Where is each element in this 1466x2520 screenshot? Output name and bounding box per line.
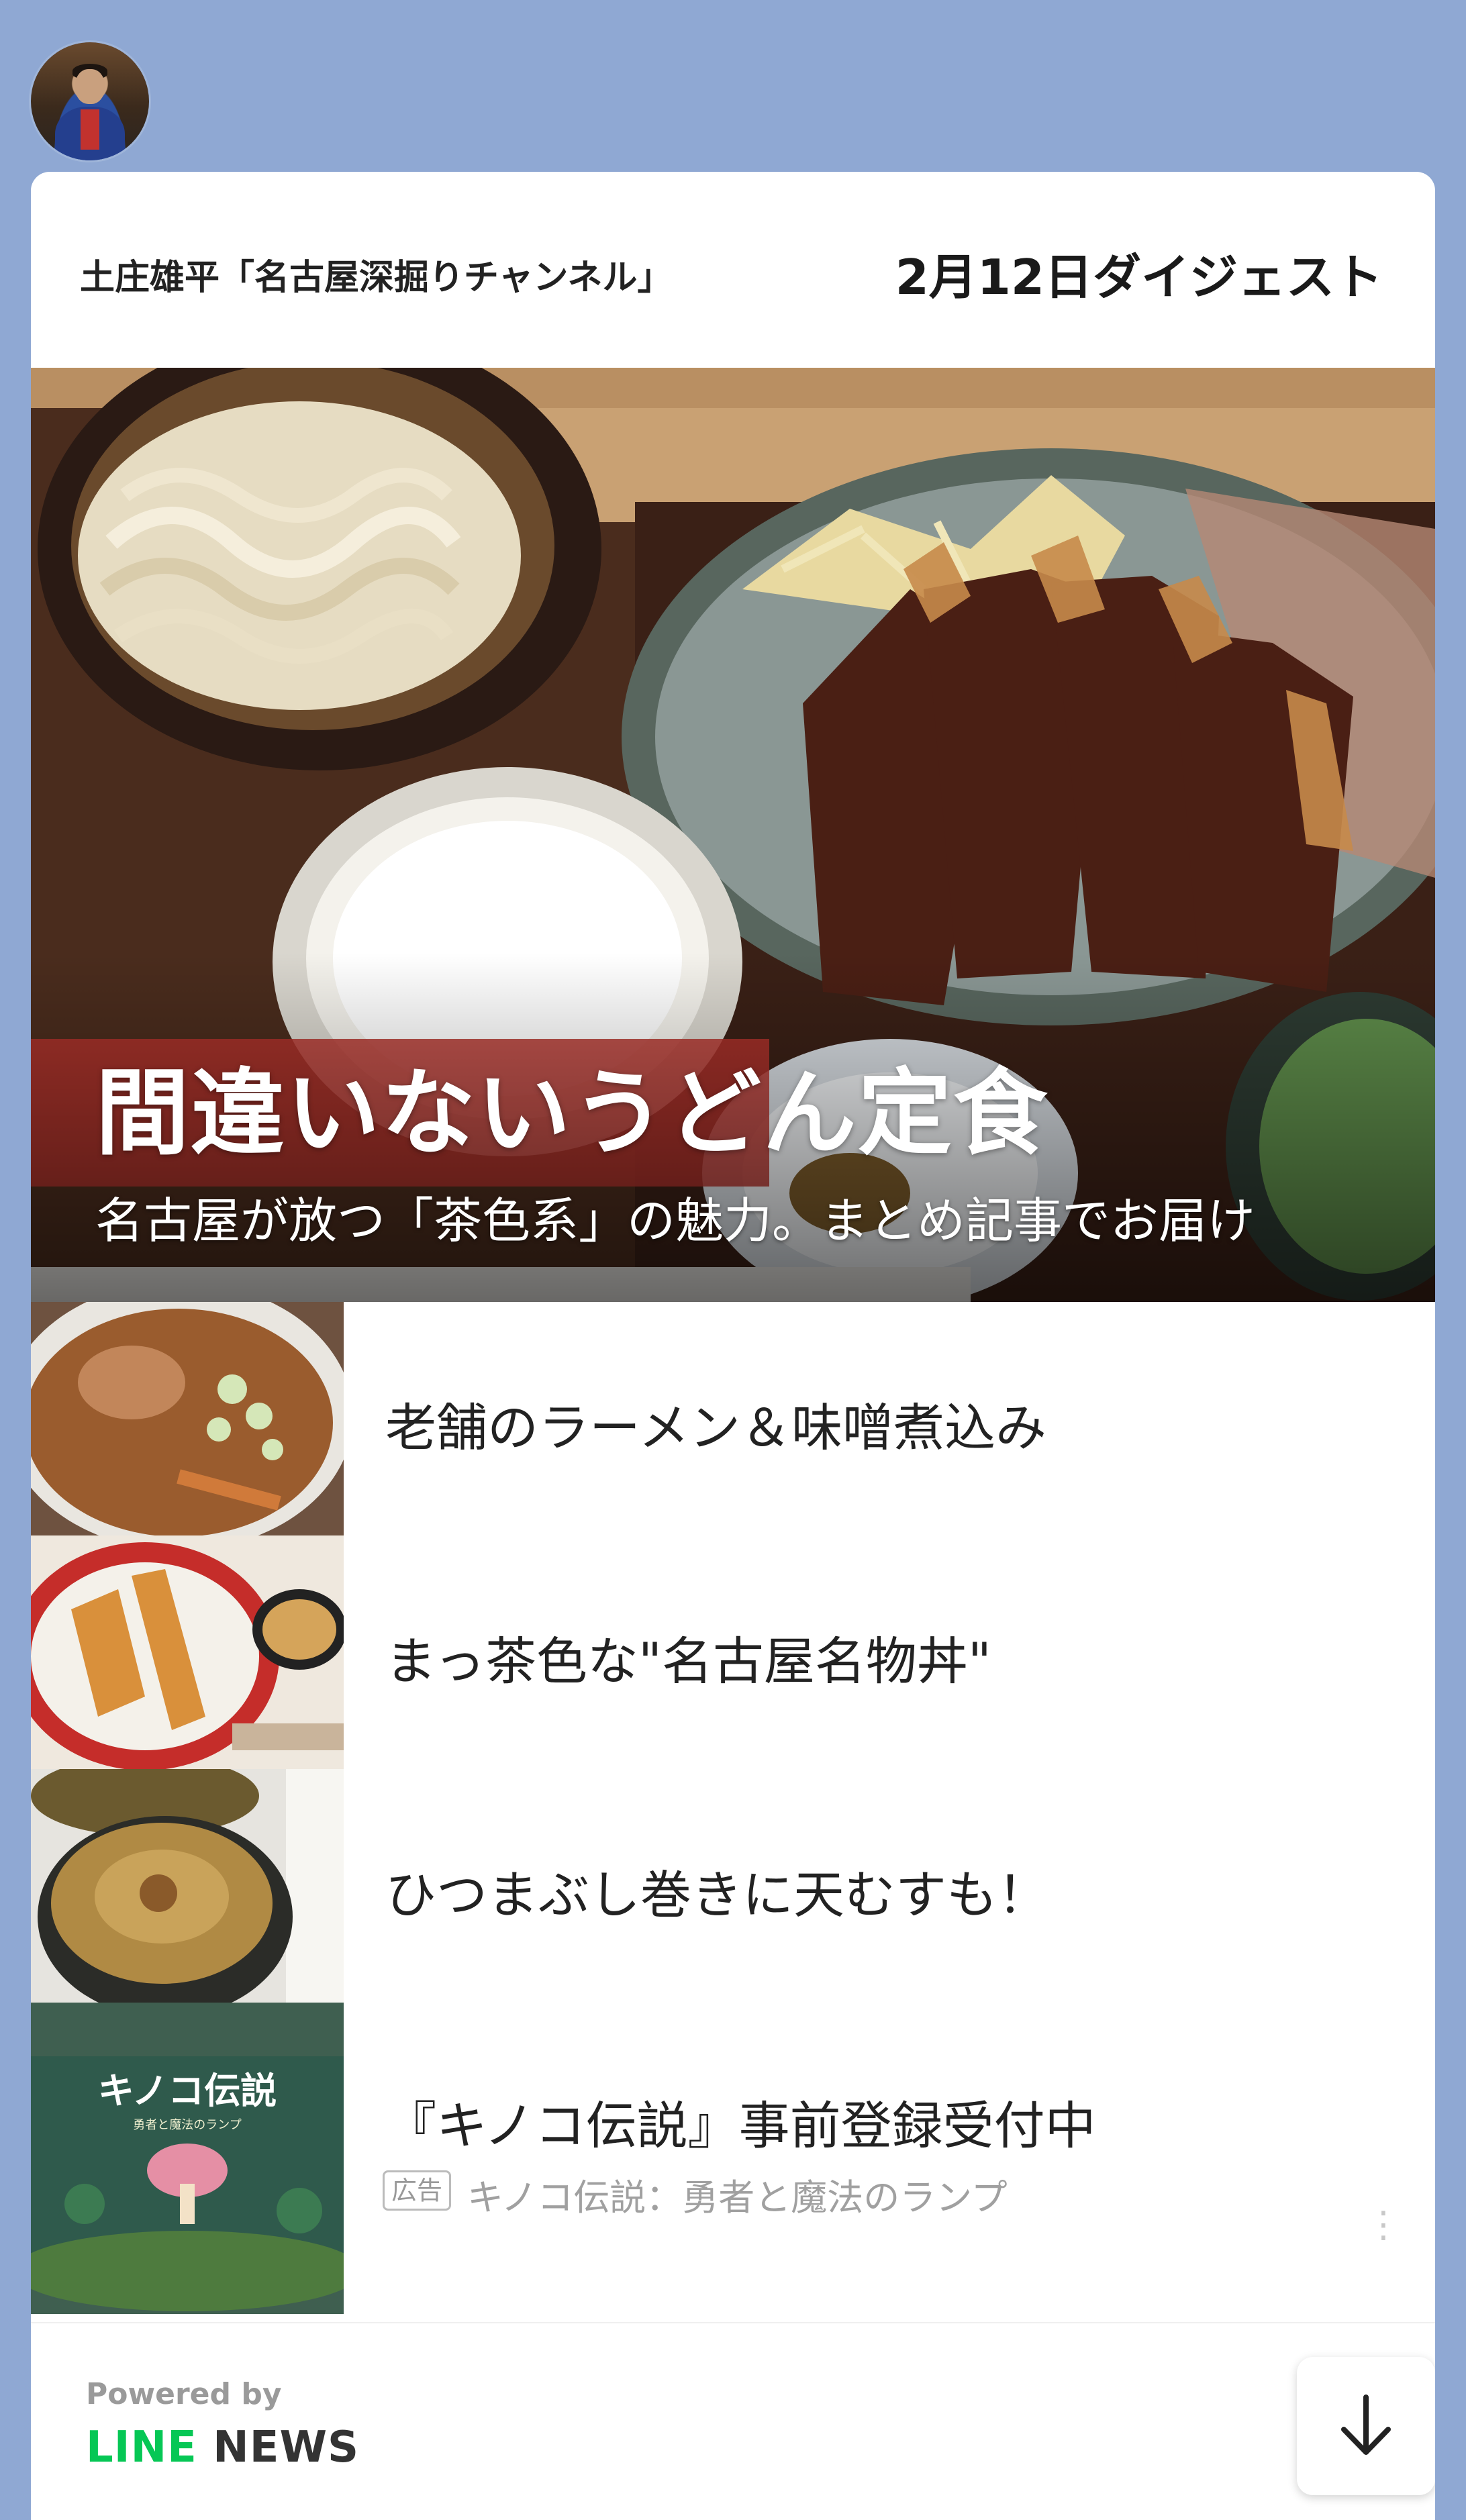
ad-item[interactable]: キノコ伝説 勇者と魔法のランプ 『キノコ伝説』事前登録受付中 広告 キノコ伝説：… xyxy=(31,2003,1435,2322)
channel-avatar[interactable] xyxy=(31,42,149,160)
article-title: 老舗のラーメン＆味噌煮込み xyxy=(385,1398,1046,1458)
game-ad-thumb-title: キノコ伝説 xyxy=(98,2070,277,2112)
digest-date: 2月12日ダイジェスト xyxy=(895,249,1383,305)
article-title: まっ茶色な"名古屋名物丼" xyxy=(385,1631,991,1691)
avatar-face xyxy=(75,69,105,104)
news-digest-card: 土庄雄平「名古屋深掘りチャンネル」 2月12日ダイジェスト 間違いないうどん定食… xyxy=(31,172,1435,2520)
article-item[interactable]: まっ茶色な"名古屋名物丼" xyxy=(31,1535,1435,1771)
game-ad-thumb: キノコ伝説 勇者と魔法のランプ xyxy=(31,2003,344,2314)
ad-sponsor: キノコ伝説：勇者と魔法のランプ xyxy=(467,2176,1008,2219)
ad-badge: 広告 xyxy=(383,2170,452,2211)
article-item[interactable]: 老舗のラーメン＆味噌煮込み xyxy=(31,1302,1435,1538)
card-header: 土庄雄平「名古屋深掘りチャンネル」 2月12日ダイジェスト xyxy=(31,172,1435,368)
avatar-shirt xyxy=(81,109,99,150)
channel-name[interactable]: 土庄雄平「名古屋深掘りチャンネル」 xyxy=(80,249,672,299)
ramen-photo-thumb xyxy=(31,1302,344,1535)
hero-subtitle: 名古屋が放つ「茶色系」の魅力。まとめ記事でお届け xyxy=(95,1193,1256,1249)
katsu-don-photo-thumb xyxy=(31,1535,344,1769)
more-options-icon[interactable]: ⋮ xyxy=(1365,2207,1402,2243)
brand-news: NEWS xyxy=(213,2423,360,2472)
game-ad-thumb-subtitle: 勇者と魔法のランプ xyxy=(133,2118,241,2132)
scroll-down-button[interactable] xyxy=(1297,2357,1435,2495)
article-title: ひつまぶし巻きに天むすも！ xyxy=(385,1865,1048,1925)
ad-title: 『キノコ伝説』事前登録受付中 xyxy=(385,2096,1096,2156)
powered-by-label: Powered by xyxy=(86,2377,282,2411)
brand-line: LINE xyxy=(86,2423,197,2472)
rice-roll-photo-thumb xyxy=(31,1769,344,2003)
footer: Powered by LINE NEWS xyxy=(31,2322,1435,2520)
arrow-down-icon xyxy=(1341,2395,1391,2455)
hero-title[interactable]: 間違いないうどん定食 xyxy=(95,1038,1048,1173)
article-item[interactable]: ひつまぶし巻きに天むすも！ xyxy=(31,1769,1435,2005)
line-news-logo[interactable]: LINE NEWS xyxy=(86,2423,359,2472)
